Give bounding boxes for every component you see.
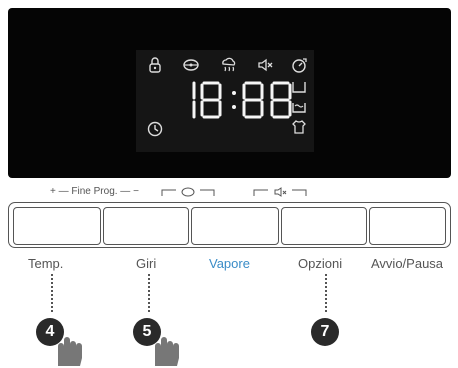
lock-icon [146, 56, 164, 74]
mute-lock-indicator-icon [252, 186, 308, 198]
giri-button[interactable] [103, 207, 189, 245]
avvio-pausa-button[interactable] [369, 207, 446, 245]
vapore-button[interactable] [191, 207, 279, 245]
temp-button[interactable] [13, 207, 101, 245]
hand-pointer-icon [52, 330, 88, 366]
control-panel-display [8, 8, 451, 178]
mute-icon [256, 56, 274, 74]
fine-prog-label: + — Fine Prog. — − [50, 186, 139, 197]
spin-icon [182, 56, 200, 74]
giri-label: Giri [136, 256, 157, 271]
callout-line-7 [325, 274, 327, 312]
callout-line-4 [51, 274, 53, 312]
button-strip [8, 202, 451, 248]
opzioni-label: Opzioni [298, 256, 343, 271]
vapore-label: Vapore [209, 256, 250, 271]
hand-pointer-icon [149, 330, 185, 366]
dry-icon [290, 118, 308, 136]
time-display [176, 80, 296, 120]
steam-icon [220, 56, 238, 74]
spin-lock-indicator-icon [160, 186, 216, 198]
clock-icon [146, 120, 164, 138]
opzioni-button[interactable] [281, 207, 367, 245]
avvio-pausa-label: Avvio/Pausa [371, 256, 444, 271]
callout-badge-7: 7 [311, 318, 339, 346]
delay-end-icon [290, 56, 308, 74]
callout-line-5 [148, 274, 150, 312]
temp-label: Temp. [28, 256, 64, 271]
